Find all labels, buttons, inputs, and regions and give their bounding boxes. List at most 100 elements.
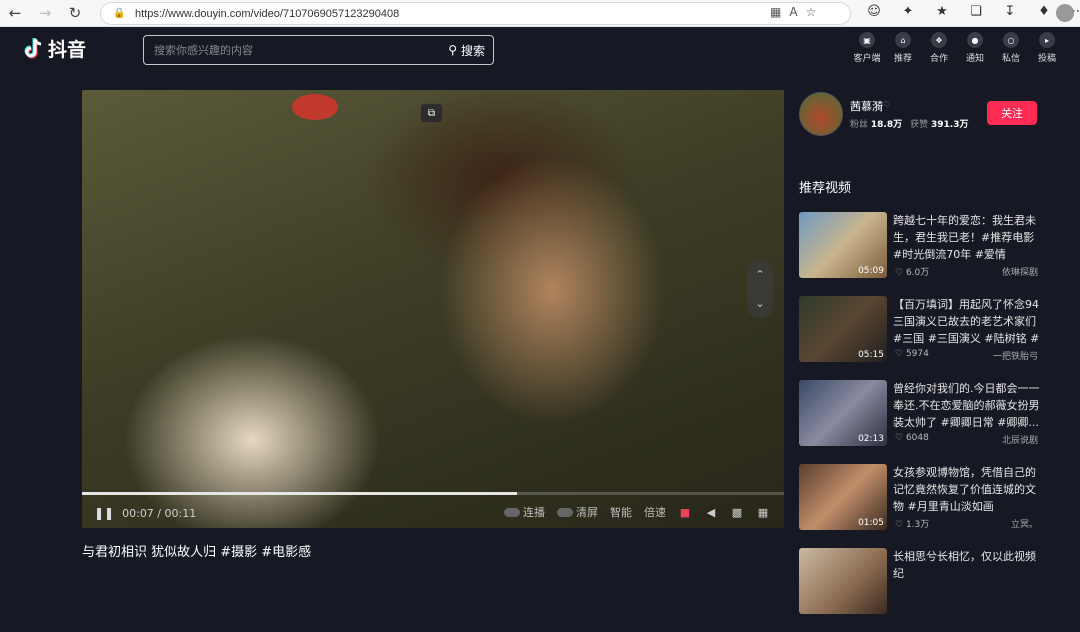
tiktok-note-icon: [24, 37, 42, 58]
recommend-author[interactable]: 一把铁胎弓: [993, 349, 1038, 362]
chevron-down-icon[interactable]: ⌄: [755, 297, 764, 310]
toggle-switch: [557, 507, 573, 517]
monitor-icon: ▣: [859, 32, 875, 48]
reload-icon[interactable]: ↻: [60, 0, 90, 27]
current-time: 00:07: [122, 506, 154, 520]
recommend-author[interactable]: 依琳探剧: [1002, 265, 1038, 278]
video-thumbnail[interactable]: [799, 548, 887, 614]
likes-label: 获赞: [910, 120, 929, 130]
header-action-label: 推荐: [893, 54, 912, 64]
profile-avatar[interactable]: [1056, 4, 1074, 22]
autoplay-toggle[interactable]: 连播: [504, 504, 545, 520]
recommend-author[interactable]: 北辰说剧: [1002, 433, 1038, 446]
list-item[interactable]: 01:05 女孩参观博物馆，凭借自己的记忆竟然恢复了价值连城的文物 #月里青山淡…: [799, 464, 1049, 548]
emoji-icon[interactable]: ☺: [862, 4, 886, 19]
progress-bar[interactable]: [82, 492, 784, 495]
author-stats: 粉丝 18.8万 获赞 391.3万: [850, 117, 968, 130]
author-name[interactable]: 茜慕漪: [850, 98, 883, 114]
fullscreen-icon[interactable]: ▦: [756, 506, 770, 519]
search-input[interactable]: [144, 36, 449, 64]
shield-icon[interactable]: ♦: [1032, 4, 1056, 19]
search-icon: ⚲: [448, 43, 457, 57]
author-card: 茜慕漪 ♡ 粉丝 18.8万 获赞 391.3万 关注: [799, 92, 1049, 136]
like-value: 1.3万: [905, 520, 930, 530]
apps-icon[interactable]: ▦: [770, 5, 781, 19]
fans-stat: 粉丝 18.8万: [850, 117, 902, 130]
video-frame[interactable]: [82, 90, 784, 528]
site-header: 抖音 ⚲ 搜索 ▣ 客户端 ⌂ 推荐 ❖ 合作 ● 通知 ○ 私信 ▸: [0, 27, 1080, 71]
video-switcher: ⌃ ⌄: [747, 260, 773, 318]
like-value: 6.0万: [905, 268, 930, 278]
clear-screen-label: 清屏: [576, 506, 598, 519]
douyin-logo[interactable]: 抖音: [24, 35, 86, 62]
header-action-label: 合作: [929, 54, 948, 64]
header-actions: ▣ 客户端 ⌂ 推荐 ❖ 合作 ● 通知 ○ 私信 ▸ 投稿: [853, 32, 1061, 64]
back-icon[interactable]: ←: [0, 0, 30, 27]
recommend-text[interactable]: 曾经你对我们的.今日都会一一奉还.不在恋爱脑的郝薇女扮男装太帅了 #卿卿日常 #…: [893, 380, 1040, 431]
web-fullscreen-icon[interactable]: ▩: [730, 506, 744, 519]
list-item[interactable]: 02:13 曾经你对我们的.今日都会一一奉还.不在恋爱脑的郝薇女扮男装太帅了 #…: [799, 380, 1049, 464]
extensions-icon[interactable]: ✦: [896, 4, 920, 19]
video-thumbnail[interactable]: 01:05: [799, 464, 887, 530]
toggle-switch: [504, 507, 520, 517]
recommend-meta: ♡ 6048 北辰说剧: [895, 433, 1038, 446]
header-action-client[interactable]: ▣ 客户端: [853, 32, 881, 64]
duration: 02:13: [858, 434, 884, 444]
recommend-text[interactable]: 【百万填词】用起风了怀念94三国演义已故去的老艺术家们 #三国 #三国演义 #陆…: [893, 296, 1040, 347]
quality-button[interactable]: 智能: [610, 504, 632, 520]
clear-screen-toggle[interactable]: 清屏: [557, 504, 598, 520]
recommend-meta: ♡ 6.0万 依琳探剧: [895, 265, 1038, 278]
list-item[interactable]: 05:15 【百万填词】用起风了怀念94三国演义已故去的老艺术家们 #三国 #三…: [799, 296, 1049, 380]
download-icon[interactable]: ↧: [998, 4, 1022, 19]
header-action-cooperate[interactable]: ❖ 合作: [925, 32, 953, 64]
recommend-text[interactable]: 长相思兮长相忆，仅以此视频纪: [893, 548, 1040, 599]
list-item[interactable]: 长相思兮长相忆，仅以此视频纪: [799, 548, 1049, 632]
video-player[interactable]: ⧉ ⌃ ⌄ ❚❚ 00:07 / 00:11 连播 清屏 智能 倍速 ■ ◀ ▩…: [82, 90, 784, 528]
pause-icon[interactable]: ❚❚: [94, 506, 114, 520]
autoplay-label: 连播: [523, 506, 545, 519]
video-thumbnail[interactable]: 02:13: [799, 380, 887, 446]
volume-icon[interactable]: ◀: [704, 506, 718, 519]
duration: 01:05: [858, 518, 884, 528]
header-action-recommend[interactable]: ⌂ 推荐: [889, 32, 917, 64]
recommend-text[interactable]: 女孩参观博物馆，凭借自己的记忆竟然恢复了价值连城的文物 #月里青山淡如画: [893, 464, 1040, 515]
hair-flower: [292, 94, 338, 120]
video-thumbnail[interactable]: 05:15: [799, 296, 887, 362]
total-time: 00:11: [164, 506, 197, 520]
follow-button[interactable]: 关注: [987, 101, 1037, 125]
header-action-upload[interactable]: ▸ 投稿: [1033, 32, 1061, 64]
like-count: ♡ 6048: [895, 433, 929, 443]
list-item[interactable]: 05:09 跨越七十年的爱恋：我生君未生，君生我已老！#推荐电影 #时光倒流70…: [799, 212, 1049, 296]
speed-button[interactable]: 倍速: [644, 504, 666, 520]
like-count: ♡ 6.0万: [895, 268, 930, 278]
danmaku-icon[interactable]: ■: [678, 506, 692, 519]
recommend-meta: ♡ 5974 一把铁胎弓: [895, 349, 1038, 362]
favorite-star-icon[interactable]: ☆: [806, 5, 817, 19]
search-button[interactable]: ⚲ 搜索: [448, 42, 493, 59]
video-title: 与君初相识 犹似故人归 #摄影 #电影感: [82, 545, 312, 560]
forward-icon[interactable]: →: [30, 0, 60, 27]
like-count: ♡ 5974: [895, 349, 929, 359]
fans-label: 粉丝: [850, 120, 869, 130]
header-action-label: 客户端: [853, 54, 881, 64]
author-avatar[interactable]: [799, 92, 843, 136]
picture-in-picture-icon[interactable]: ⧉: [421, 104, 442, 122]
favorites-icon[interactable]: ★: [930, 4, 954, 19]
url-text: https://www.douyin.com/video/71070690571…: [135, 7, 400, 20]
read-aloud-icon[interactable]: A: [789, 5, 797, 19]
search-box: ⚲ 搜索: [143, 35, 494, 65]
chevron-up-icon[interactable]: ⌃: [755, 268, 764, 281]
header-action-notify[interactable]: ● 通知: [961, 32, 989, 64]
collections-icon[interactable]: ❏: [964, 4, 988, 19]
recommend-text[interactable]: 跨越七十年的爱恋：我生君未生，君生我已老！#推荐电影 #时光倒流70年 #爱情: [893, 212, 1040, 263]
recommend-author[interactable]: 立冥。: [1011, 517, 1038, 530]
player-right-controls: 连播 清屏 智能 倍速 ■ ◀ ▩ ▦: [504, 504, 770, 520]
header-action-label: 私信: [1001, 54, 1020, 64]
header-action-label: 通知: [965, 54, 984, 64]
lock-icon: 🔒: [113, 7, 126, 19]
duration: 05:09: [858, 266, 884, 276]
address-bar-icons: ▦ A ☆: [770, 5, 816, 19]
address-bar[interactable]: 🔒 https://www.douyin.com/video/710706905…: [100, 2, 851, 25]
header-action-message[interactable]: ○ 私信: [997, 32, 1025, 64]
video-thumbnail[interactable]: 05:09: [799, 212, 887, 278]
